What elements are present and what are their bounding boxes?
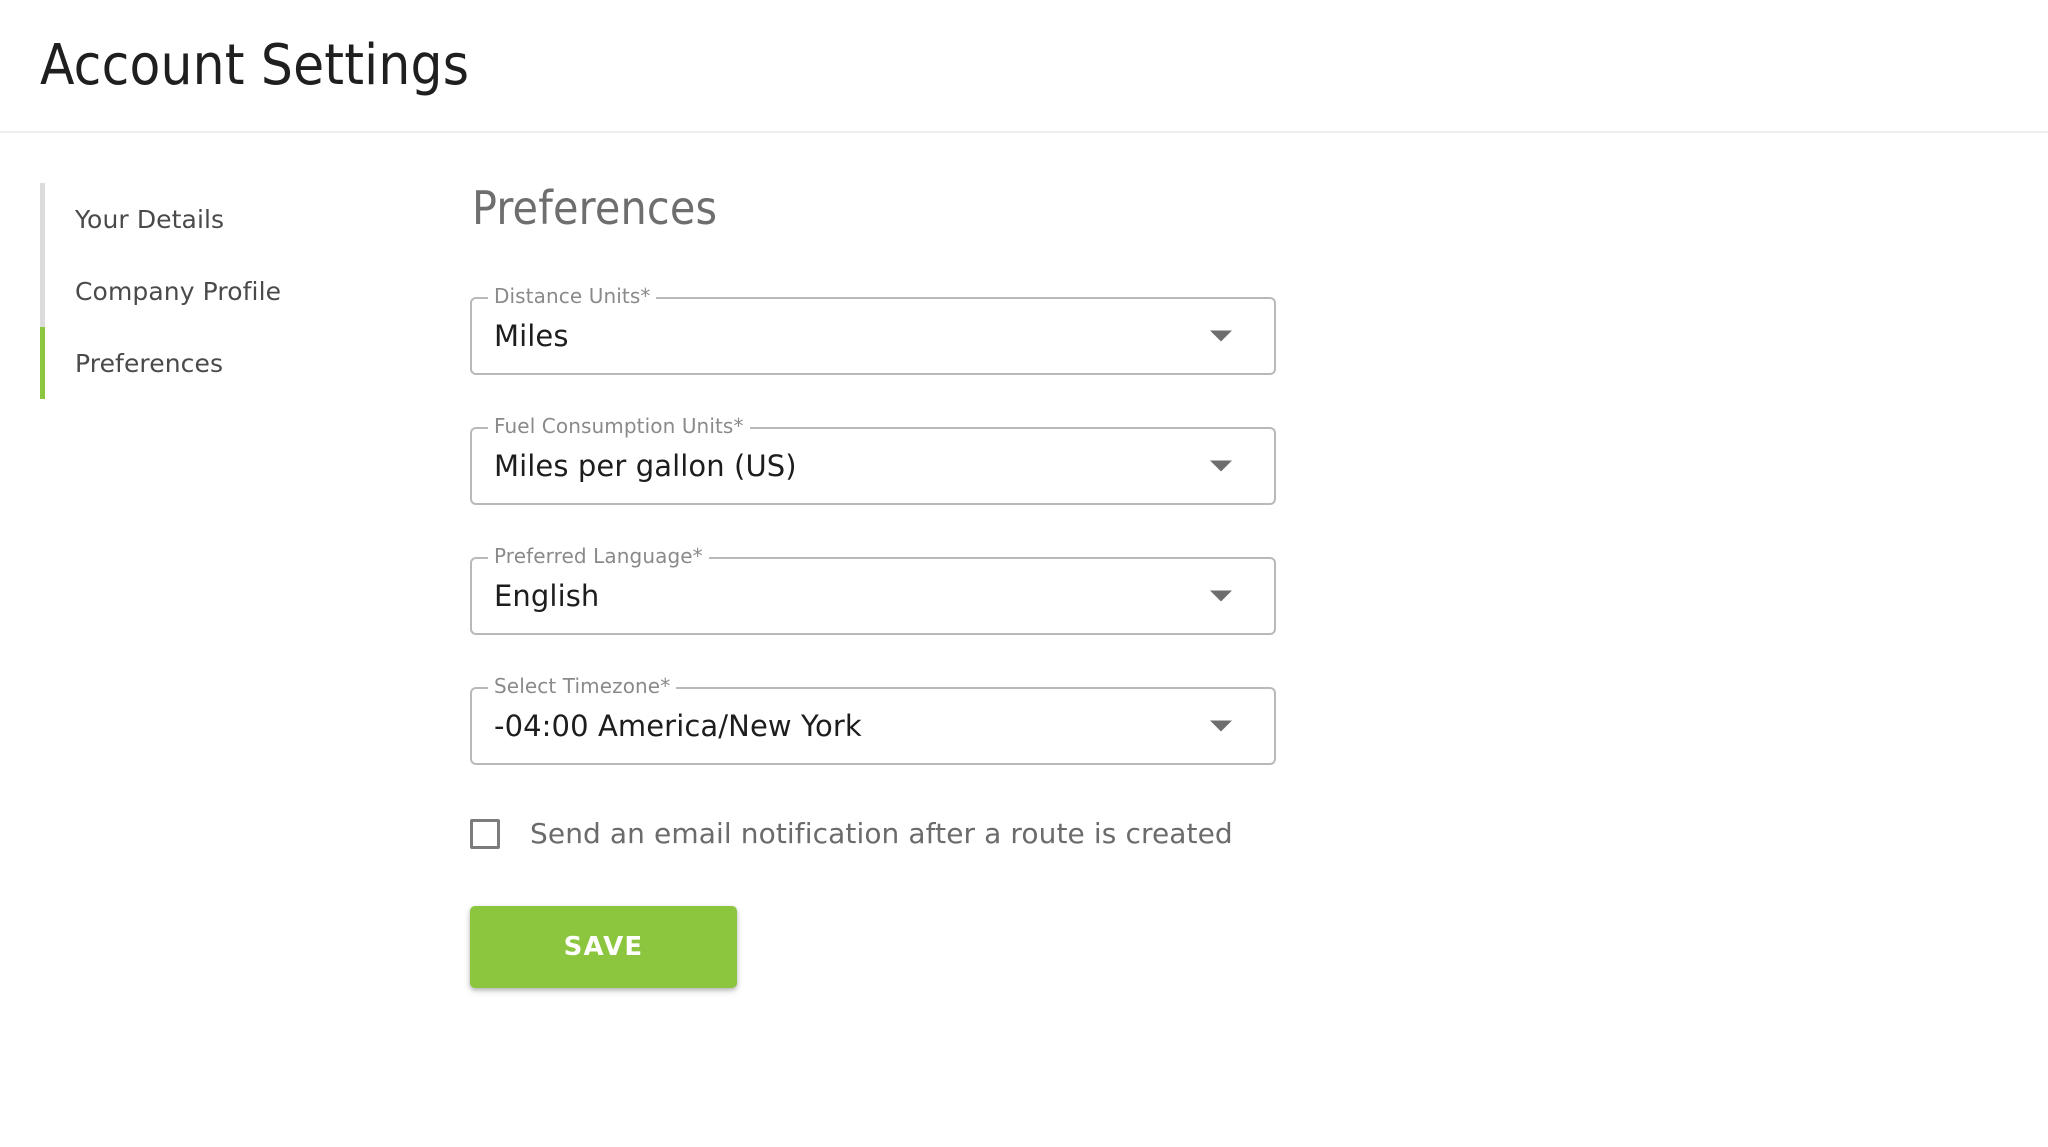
sidebar-item-your-details[interactable]: Your Details <box>40 183 470 255</box>
distance-units-hit-area[interactable] <box>470 297 1276 375</box>
save-button[interactable]: SAVE <box>470 906 737 988</box>
fuel-consumption-units-select[interactable]: Fuel Consumption Units* Miles per gallon… <box>470 416 1276 505</box>
email-notification-label[interactable]: Send an email notification after a route… <box>530 817 1233 850</box>
email-notification-checkbox[interactable] <box>470 818 500 849</box>
main-content: Preferences Distance Units* Miles Fuel C… <box>470 133 2048 988</box>
sidebar-item-label: Company Profile <box>75 276 282 306</box>
page-title: Account Settings <box>40 32 470 98</box>
page-header: Account Settings <box>0 0 2048 133</box>
sidebar-item-preferences[interactable]: Preferences <box>40 327 470 399</box>
sidebar-item-label: Preferences <box>75 348 224 378</box>
section-title: Preferences <box>472 181 718 235</box>
sidebar-list: Your Details Company Profile Preferences <box>40 183 470 399</box>
select-timezone-select[interactable]: Select Timezone* -04:00 America/New York <box>470 676 1276 765</box>
sidebar-item-label: Your Details <box>75 204 225 234</box>
fuel-consumption-units-hit-area[interactable] <box>470 427 1276 505</box>
distance-units-select[interactable]: Distance Units* Miles <box>470 286 1276 375</box>
preferred-language-hit-area[interactable] <box>470 557 1276 635</box>
page-body: Your Details Company Profile Preferences… <box>0 133 2048 988</box>
select-timezone-hit-area[interactable] <box>470 687 1276 765</box>
sidebar-item-company-profile[interactable]: Company Profile <box>40 255 470 327</box>
preferred-language-select[interactable]: Preferred Language* English <box>470 546 1276 635</box>
sidebar: Your Details Company Profile Preferences <box>0 133 470 399</box>
email-notification-row[interactable]: Send an email notification after a route… <box>470 817 2048 850</box>
